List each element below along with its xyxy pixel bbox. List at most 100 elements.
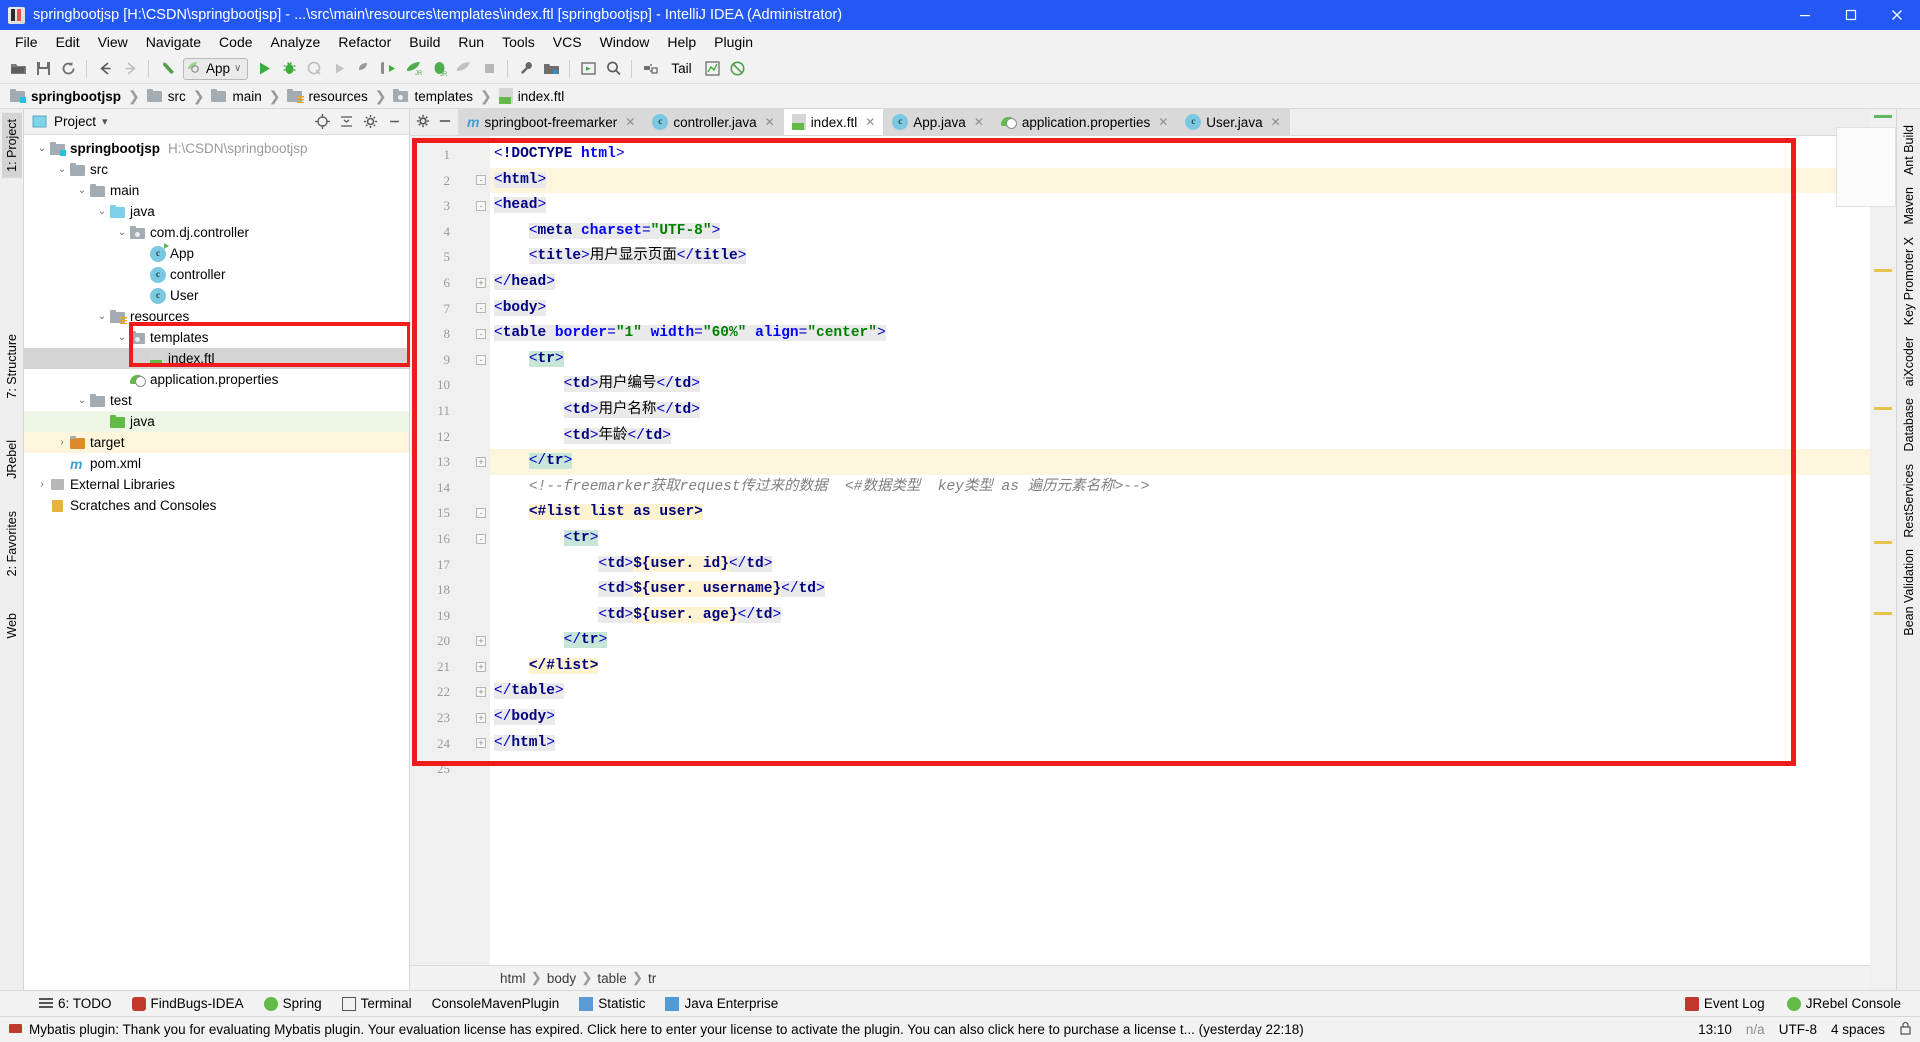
tree-item-pom-xml[interactable]: m pom.xml	[24, 453, 409, 474]
expand-arrow-icon[interactable]: ⌄	[54, 164, 70, 175]
bottom-item-console-maven[interactable]: ConsoleMavenPlugin	[423, 994, 569, 1013]
save-icon[interactable]	[31, 57, 55, 81]
menu-refactor[interactable]: Refactor	[329, 32, 400, 52]
tree-item-java[interactable]: ⌄ java	[24, 201, 409, 222]
expand-arrow-icon[interactable]: ›	[54, 437, 70, 448]
fold-toggle-icon[interactable]: +	[476, 687, 486, 698]
jrebel-disabled-button[interactable]	[452, 57, 476, 81]
fold-toggle-icon[interactable]: +	[476, 661, 486, 672]
code-line[interactable]: <title>用户显示页面</title>	[490, 244, 1870, 270]
menu-analyze[interactable]: Analyze	[262, 32, 330, 52]
fold-marker[interactable]: -	[472, 296, 490, 322]
code-editor[interactable]: 1 2 3 4 5 6 7 8 9 10 11 12 13 14 15 16 17 18 19 20 21 22 23 24 2…	[410, 136, 1870, 965]
fold-toggle-icon[interactable]: +	[476, 456, 486, 467]
warning-marker[interactable]	[1874, 541, 1892, 544]
run-anything-icon[interactable]	[576, 57, 600, 81]
crosshair-icon[interactable]	[313, 113, 331, 131]
code-line[interactable]	[490, 756, 1870, 782]
fold-marker[interactable]: +	[472, 270, 490, 296]
menu-run[interactable]: Run	[449, 32, 493, 52]
close-icon[interactable]: ✕	[765, 115, 775, 129]
tree-item-templates[interactable]: ⌄ templates	[24, 327, 409, 348]
sidebar-item-database[interactable]: Database	[1899, 392, 1919, 458]
tree-item-src[interactable]: ⌄ src	[24, 159, 409, 180]
code-line[interactable]: <html>	[490, 167, 1870, 194]
status-encoding[interactable]: UTF-8	[1779, 1022, 1817, 1037]
bottom-item-statistic[interactable]: Statistic	[570, 994, 654, 1013]
back-arrow-icon[interactable]	[93, 57, 117, 81]
hide-icon[interactable]	[385, 113, 403, 131]
sidebar-item-ant-build[interactable]: Ant Build	[1899, 119, 1919, 181]
chevron-down-icon[interactable]: ∨	[234, 63, 241, 74]
tree-item-resources[interactable]: ⌄ resources	[24, 306, 409, 327]
menu-vcs[interactable]: VCS	[544, 32, 591, 52]
bottom-item-terminal[interactable]: Terminal	[333, 994, 421, 1013]
fold-marker[interactable]: +	[472, 705, 490, 731]
warning-marker[interactable]	[1874, 269, 1892, 272]
jrebel-coverage-button[interactable]: JR	[427, 57, 451, 81]
breadcrumb-item-file[interactable]: index.ftl	[497, 88, 567, 104]
fold-marker[interactable]: -	[472, 321, 490, 347]
code-line[interactable]: <!--freemarker获取request传过来的数据 <#数据类型 key…	[490, 475, 1870, 501]
expand-arrow-icon[interactable]: ⌄	[74, 185, 90, 196]
breadcrumb-item-project[interactable]: springbootjsp	[8, 88, 123, 104]
expand-arrow-icon[interactable]: ⌄	[94, 206, 110, 217]
code-line[interactable]: <tr>	[490, 526, 1870, 552]
status-indent[interactable]: 4 spaces	[1831, 1022, 1885, 1037]
fold-toggle-icon[interactable]: -	[476, 533, 486, 544]
menu-tools[interactable]: Tools	[493, 32, 544, 52]
code-line[interactable]: <td>${user. age}</td>	[490, 603, 1870, 629]
bottom-item-findbugs[interactable]: FindBugs-IDEA	[123, 994, 253, 1013]
tree-item-scratches-and-consoles[interactable]: Scratches and Consoles	[24, 495, 409, 516]
sidebar-item-structure[interactable]: 7: Structure	[2, 328, 22, 405]
sidebar-item-project[interactable]: 1: Project	[1, 113, 22, 178]
close-icon[interactable]: ✕	[1271, 115, 1281, 129]
fold-toggle-icon[interactable]: -	[476, 328, 486, 339]
fold-toggle-icon[interactable]: +	[476, 712, 486, 723]
code-content[interactable]: <!DOCTYPE html> <html> <head> <meta charse…	[490, 136, 1870, 965]
fold-toggle-icon[interactable]: -	[476, 175, 486, 186]
expand-arrow-icon[interactable]: ⌄	[74, 395, 90, 406]
editor-marker-column[interactable]	[1836, 109, 1896, 990]
fold-toggle-icon[interactable]: -	[476, 508, 486, 519]
gear-icon[interactable]	[416, 114, 430, 131]
expand-arrow-icon[interactable]: ⌄	[114, 332, 130, 343]
bottom-item-java-enterprise[interactable]: Java Enterprise	[656, 994, 787, 1013]
sidebar-item-favorites[interactable]: 2: Favorites	[2, 505, 22, 582]
tail-button[interactable]: Tail	[663, 61, 699, 76]
fold-toggle-icon[interactable]: +	[476, 277, 486, 288]
code-line[interactable]: </tr>	[490, 628, 1870, 654]
tree-item-user[interactable]: c User	[24, 285, 409, 306]
project-structure-icon[interactable]	[539, 57, 563, 81]
sidebar-item-bean-validation[interactable]: Bean Validation	[1899, 543, 1919, 642]
editor-breadcrumb-body[interactable]: body	[547, 971, 576, 986]
plug-icon[interactable]	[638, 57, 662, 81]
sidebar-item-maven[interactable]: Maven	[1899, 181, 1919, 231]
fold-marker[interactable]: +	[472, 731, 490, 757]
close-icon[interactable]: ✕	[1158, 115, 1168, 129]
expand-arrow-icon[interactable]: ⌄	[34, 143, 50, 154]
code-line[interactable]: </#list>	[490, 654, 1870, 680]
code-line[interactable]: <td>年龄</td>	[490, 424, 1870, 450]
menu-build[interactable]: Build	[400, 32, 449, 52]
debug-button[interactable]	[277, 57, 301, 81]
gear-icon[interactable]	[361, 113, 379, 131]
code-line[interactable]: <head>	[490, 193, 1870, 219]
fold-toggle-icon[interactable]: -	[476, 303, 486, 314]
search-icon[interactable]	[601, 57, 625, 81]
bottom-item-event-log[interactable]: Event Log	[1676, 994, 1774, 1013]
tree-item-controller[interactable]: c controller	[24, 264, 409, 285]
bottom-item-jrebel-console[interactable]: JRebel Console	[1778, 994, 1910, 1013]
menu-code[interactable]: Code	[210, 32, 261, 52]
breadcrumb-item-resources[interactable]: resources	[285, 88, 369, 104]
tree-item-target[interactable]: › target	[24, 432, 409, 453]
fold-toggle-icon[interactable]: -	[476, 354, 486, 365]
tree-item-app[interactable]: c App	[24, 242, 409, 264]
menu-file[interactable]: File	[6, 32, 47, 52]
fold-marker[interactable]: +	[472, 679, 490, 705]
code-line[interactable]: <td>${user. id}</td>	[490, 552, 1870, 578]
bottom-item-todo[interactable]: 6: TODO	[30, 994, 121, 1013]
fold-marker[interactable]: -	[472, 526, 490, 552]
maximize-button[interactable]	[1828, 0, 1874, 30]
tree-item-springbootjsp[interactable]: ⌄ springbootjsp H:\CSDN\springbootjsp	[24, 138, 409, 159]
